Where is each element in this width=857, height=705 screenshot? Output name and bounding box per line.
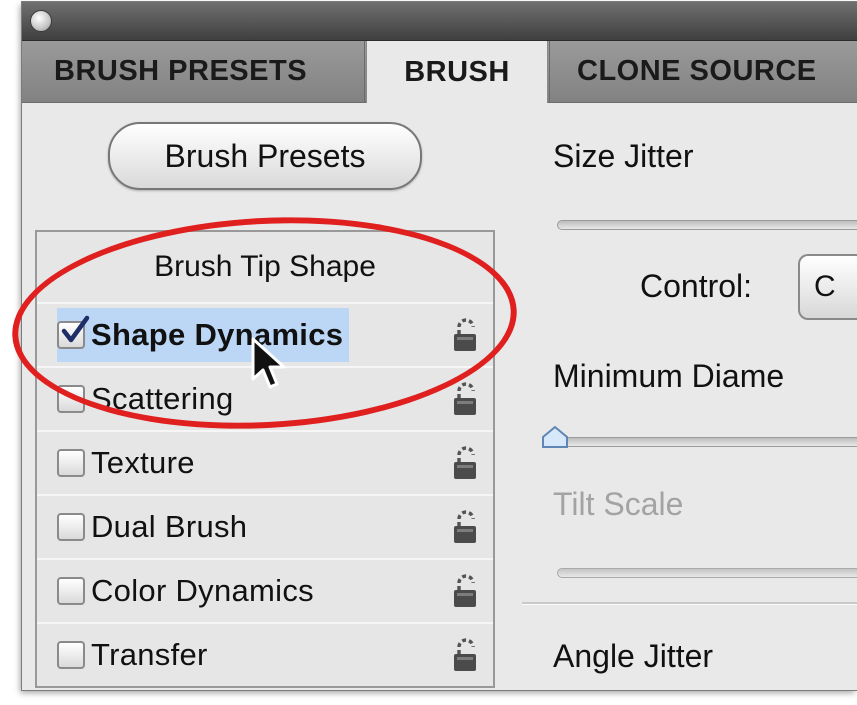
texture-checkbox[interactable] <box>57 449 85 477</box>
brush-tip-shape-item[interactable]: Brush Tip Shape <box>37 232 493 302</box>
section-divider <box>522 602 857 605</box>
list-item-content: Transfer <box>57 628 214 682</box>
control-dropdown[interactable]: C <box>798 254 857 320</box>
list-item-color-dynamics[interactable]: Color Dynamics <box>37 558 493 622</box>
control-label: Control: <box>640 268 753 304</box>
tilt-scale-slider[interactable] <box>557 568 857 578</box>
slider-thumb-icon[interactable] <box>540 424 570 450</box>
tab-clone-source[interactable]: CLONE SOURCE <box>549 41 857 102</box>
shape-dynamics-checkbox[interactable] <box>57 315 90 349</box>
list-item-content: Scattering <box>57 372 240 426</box>
list-item-label: Dual Brush <box>91 509 248 544</box>
brush-options-list: Brush Tip Shape Shape Dynamics Scatterin… <box>35 230 495 688</box>
lock-icon[interactable] <box>449 382 483 418</box>
lock-icon[interactable] <box>449 510 483 546</box>
lock-icon[interactable] <box>449 638 483 674</box>
transfer-checkbox[interactable] <box>57 641 85 669</box>
list-item-label: Scattering <box>91 381 234 416</box>
list-item-shape-dynamics[interactable]: Shape Dynamics <box>37 302 493 366</box>
lock-icon[interactable] <box>449 446 483 482</box>
color-dynamics-checkbox[interactable] <box>57 577 85 605</box>
tilt-scale-label: Tilt Scale <box>553 486 684 522</box>
list-item-transfer[interactable]: Transfer <box>37 622 493 686</box>
checkmark-icon <box>61 315 90 343</box>
brush-presets-button[interactable]: Brush Presets <box>108 122 422 190</box>
list-item-label: Shape Dynamics <box>91 317 344 352</box>
list-item-content: Texture <box>57 436 201 490</box>
panel-titlebar[interactable] <box>22 2 857 41</box>
minimum-diameter-slider[interactable] <box>557 437 857 447</box>
tab-brush-presets[interactable]: BRUSH PRESETS <box>22 41 365 102</box>
list-item-scattering[interactable]: Scattering <box>37 366 493 430</box>
minimum-diameter-label: Minimum Diame <box>553 358 785 394</box>
list-item-label: Transfer <box>91 637 208 672</box>
list-item-selection: Shape Dynamics <box>57 308 350 362</box>
dual-brush-checkbox[interactable] <box>57 513 85 541</box>
list-item-content: Dual Brush <box>57 500 253 554</box>
angle-jitter-label: Angle Jitter <box>553 638 714 674</box>
size-jitter-slider[interactable] <box>557 220 857 230</box>
tab-bar: BRUSH PRESETS BRUSH CLONE SOURCE <box>22 41 857 103</box>
list-item-content: Color Dynamics <box>57 564 320 618</box>
list-item-texture[interactable]: Texture <box>37 430 493 494</box>
scattering-checkbox[interactable] <box>57 385 85 413</box>
tab-brush[interactable]: BRUSH <box>366 41 548 103</box>
list-item-dual-brush[interactable]: Dual Brush <box>37 494 493 558</box>
window-close-icon[interactable] <box>30 10 52 32</box>
list-item-label: Texture <box>91 445 195 480</box>
lock-icon[interactable] <box>449 574 483 610</box>
size-jitter-label: Size Jitter <box>553 138 694 174</box>
lock-icon[interactable] <box>449 318 483 354</box>
list-item-label: Color Dynamics <box>91 573 314 608</box>
